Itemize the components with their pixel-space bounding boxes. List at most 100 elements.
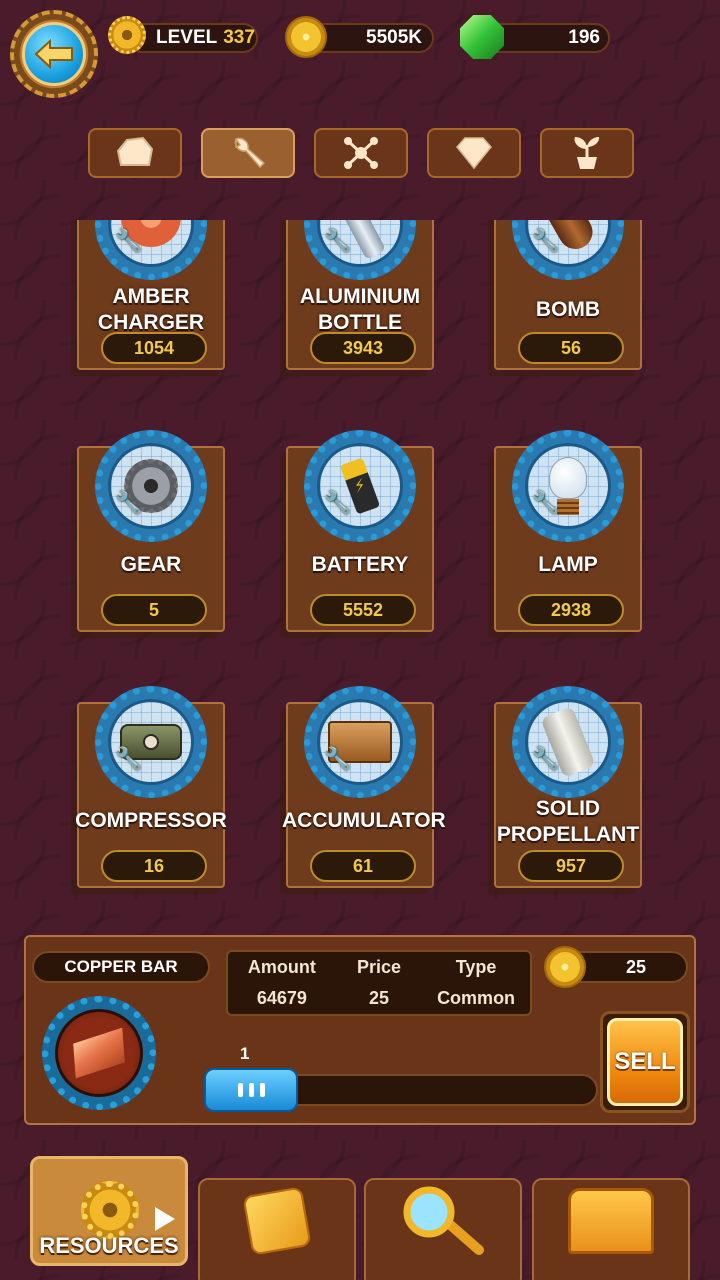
compressor-icon: 🔧 xyxy=(108,699,194,785)
tab-gems[interactable] xyxy=(427,128,521,178)
item-icon-frame: 🔧 xyxy=(512,430,624,542)
item-count: 61 xyxy=(310,850,416,882)
nav-resources-label: RESOURCES xyxy=(39,1233,179,1258)
wrench-badge-icon: 🔧 xyxy=(532,490,560,515)
gem-icon xyxy=(460,15,504,59)
item-card[interactable]: 🔧 SOLID PROPELLANT 957 xyxy=(494,686,642,888)
sell-button[interactable]: SELL xyxy=(607,1018,683,1106)
gear-icon xyxy=(81,1181,139,1239)
chest-icon xyxy=(568,1188,654,1254)
item-card[interactable]: 🔧 GEAR 5 xyxy=(77,430,225,632)
item-card[interactable]: 🔧 BOMB 56 xyxy=(494,220,642,370)
item-card[interactable]: 🔧 ALUMINIUM BOTTLE 3943 xyxy=(286,220,434,370)
wrench-icon xyxy=(234,137,266,169)
play-arrow-icon xyxy=(155,1207,175,1231)
amber-charger-icon: 🔧 xyxy=(108,220,194,267)
price-label: Price xyxy=(356,957,402,977)
wrench-badge-icon: 🔧 xyxy=(115,746,143,771)
wrench-badge-icon: 🔧 xyxy=(532,746,560,771)
coin-icon xyxy=(544,946,586,988)
item-card[interactable]: ⚡ 🔧 BATTERY 5552 xyxy=(286,430,434,632)
item-count: 5 xyxy=(101,594,207,626)
item-icon-frame: 🔧 xyxy=(95,686,207,798)
selected-item-name: COPPER BAR xyxy=(32,951,210,983)
nav-craft[interactable] xyxy=(198,1178,356,1280)
molecule-icon xyxy=(344,137,378,169)
item-grid: 🔧 AMBER CHARGER 1054 🔧 ALUMINIUM BOTTLE … xyxy=(0,220,720,910)
item-name: SOLID PROPELLANT xyxy=(496,797,640,846)
item-name: COMPRESSOR xyxy=(75,809,227,832)
price-value: 25 xyxy=(368,988,389,1008)
amount-value: 64679 xyxy=(256,988,307,1008)
tab-tools[interactable] xyxy=(201,128,295,178)
item-count: 3943 xyxy=(310,332,416,364)
item-name: LAMP xyxy=(538,553,598,576)
item-icon-frame: 🔧 xyxy=(512,686,624,798)
sell-total-value: 25 xyxy=(625,956,646,977)
back-arrow-icon xyxy=(22,22,86,86)
bomb-icon: 🔧 xyxy=(525,220,611,267)
magnifier-icon xyxy=(403,1186,484,1255)
wrench-badge-icon: 🔧 xyxy=(324,228,352,253)
item-card[interactable]: 🔧 LAMP 2938 xyxy=(494,430,642,632)
item-count: 5552 xyxy=(310,594,416,626)
nav-chest[interactable] xyxy=(532,1178,690,1280)
diamond-icon xyxy=(456,137,492,170)
gear-icon xyxy=(108,16,146,54)
item-name: GEAR xyxy=(120,553,182,576)
sprout-icon xyxy=(574,137,600,169)
nav-resources[interactable]: RESOURCES xyxy=(30,1156,188,1266)
item-card[interactable]: 🔧 COMPRESSOR 16 xyxy=(75,686,227,888)
item-icon-frame: 🔧 xyxy=(512,220,624,280)
item-name: ACCUMULATOR xyxy=(282,809,446,832)
type-value: Common xyxy=(437,988,516,1008)
item-icon-frame: ⚡ 🔧 xyxy=(304,430,416,542)
wrench-badge-icon: 🔧 xyxy=(532,228,560,253)
cube-icon xyxy=(242,1186,312,1256)
nav-search[interactable] xyxy=(364,1178,522,1280)
amount-label: Amount xyxy=(247,957,316,977)
item-card[interactable]: 🔧 ACCUMULATOR 61 xyxy=(282,686,446,888)
quantity-slider-handle[interactable] xyxy=(204,1068,298,1112)
gem-value: 196 xyxy=(568,27,600,48)
item-icon-frame: 🔧 xyxy=(304,220,416,280)
item-card[interactable]: 🔧 AMBER CHARGER 1054 xyxy=(77,220,225,370)
item-count: 2938 xyxy=(518,594,624,626)
back-button[interactable] xyxy=(10,10,98,98)
item-stats: Amount Price Type 64679 25 Common xyxy=(226,950,532,1016)
item-icon-frame: 🔧 xyxy=(95,220,207,280)
coin-icon xyxy=(285,16,327,58)
item-name: BOMB xyxy=(535,298,601,321)
gear-item-icon: 🔧 xyxy=(108,443,194,529)
copper-bar-icon xyxy=(55,1009,143,1097)
level-display: LEVEL 337 xyxy=(128,23,258,53)
accumulator-icon: 🔧 xyxy=(317,699,403,785)
item-name: AMBER CHARGER xyxy=(97,285,205,334)
item-count: 957 xyxy=(518,850,624,882)
quantity-value: 1 xyxy=(240,1044,250,1063)
level-value: 337 xyxy=(223,27,255,48)
coin-value: 5505K xyxy=(366,27,422,48)
rock-icon xyxy=(116,136,154,166)
selected-item-icon-frame xyxy=(42,996,156,1110)
battery-icon: ⚡ 🔧 xyxy=(317,443,403,529)
type-label: Type xyxy=(455,957,497,977)
tab-minerals[interactable] xyxy=(88,128,182,178)
item-name: ALUMINIUM BOTTLE xyxy=(299,285,421,334)
item-name: BATTERY xyxy=(311,553,409,576)
item-icon-frame: 🔧 xyxy=(95,430,207,542)
aluminium-bottle-icon: 🔧 xyxy=(317,220,403,267)
wrench-badge-icon: 🔧 xyxy=(324,490,352,515)
tab-chemistry[interactable] xyxy=(314,128,408,178)
lamp-icon: 🔧 xyxy=(525,443,611,529)
sell-button-frame: SELL xyxy=(600,1011,690,1113)
item-icon-frame: 🔧 xyxy=(304,686,416,798)
wrench-badge-icon: 🔧 xyxy=(115,228,143,253)
item-count: 16 xyxy=(101,850,207,882)
tab-plants[interactable] xyxy=(540,128,634,178)
item-count: 56 xyxy=(518,332,624,364)
item-count: 1054 xyxy=(101,332,207,364)
wrench-badge-icon: 🔧 xyxy=(115,490,143,515)
wrench-badge-icon: 🔧 xyxy=(324,746,352,771)
solid-propellant-icon: 🔧 xyxy=(525,699,611,785)
